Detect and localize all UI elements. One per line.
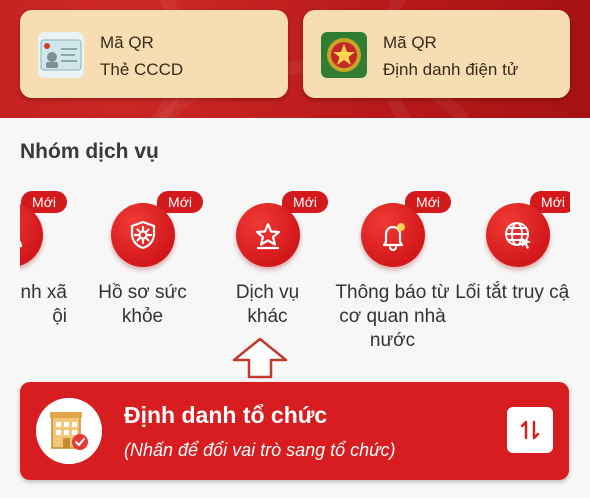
service-shortcuts[interactable]: Mới Lối tắt truy cập bbox=[455, 185, 570, 360]
qr-digital-id-card[interactable]: Mã QR Định danh điện tử bbox=[303, 10, 570, 98]
new-badge: Mới bbox=[157, 191, 203, 213]
service-label: Dịch vụ khác bbox=[235, 282, 300, 327]
new-badge: Mới bbox=[282, 191, 328, 213]
swap-vertical-icon[interactable] bbox=[507, 407, 553, 453]
qr-cccd-line2: Thẻ CCCD bbox=[100, 60, 184, 79]
qr-cccd-line1: Mã QR bbox=[100, 33, 154, 52]
service-label: Thông báo từ cơ quan nhà nước bbox=[335, 282, 450, 351]
service-label: Hồ sơ sức khỏe bbox=[98, 282, 187, 327]
qr-digital-id-line1: Mã QR bbox=[383, 33, 437, 52]
id-card-icon bbox=[38, 32, 84, 78]
building-icon bbox=[36, 398, 102, 464]
up-arrow-icon bbox=[232, 337, 288, 379]
service-label: nh xã ội bbox=[20, 282, 67, 327]
organization-id-banner[interactable]: Định danh tổ chức (Nhấn để đổi vai trò s… bbox=[20, 382, 569, 480]
police-emblem-icon bbox=[321, 32, 367, 78]
section-title: Nhóm dịch vụ bbox=[20, 140, 159, 163]
qr-digital-id-line2: Định danh điện tử bbox=[383, 60, 519, 79]
service-government-notice[interactable]: Mới Thông báo từ cơ quan nhà nước bbox=[330, 185, 455, 360]
service-other[interactable]: Mới Dịch vụ khác bbox=[205, 185, 330, 360]
service-label: Lối tắt truy cập bbox=[455, 282, 570, 303]
service-carousel[interactable]: Mới nh xã ội Mới Hồ sơ sức khỏe Mới Dịch… bbox=[20, 185, 570, 360]
organization-subtitle: (Nhấn để đổi vai trò sang tổ chức) bbox=[124, 440, 396, 460]
virus-shield-icon bbox=[110, 203, 175, 267]
service-social-group[interactable]: Mới nh xã ội bbox=[20, 185, 73, 360]
service-health-record[interactable]: Mới Hồ sơ sức khỏe bbox=[80, 185, 205, 360]
qr-cccd-card[interactable]: Mã QR Thẻ CCCD bbox=[20, 10, 288, 98]
organization-title: Định danh tổ chức bbox=[124, 402, 328, 428]
globe-cursor-icon bbox=[485, 203, 550, 267]
bell-icon bbox=[360, 203, 425, 267]
star-service-icon bbox=[235, 203, 300, 267]
